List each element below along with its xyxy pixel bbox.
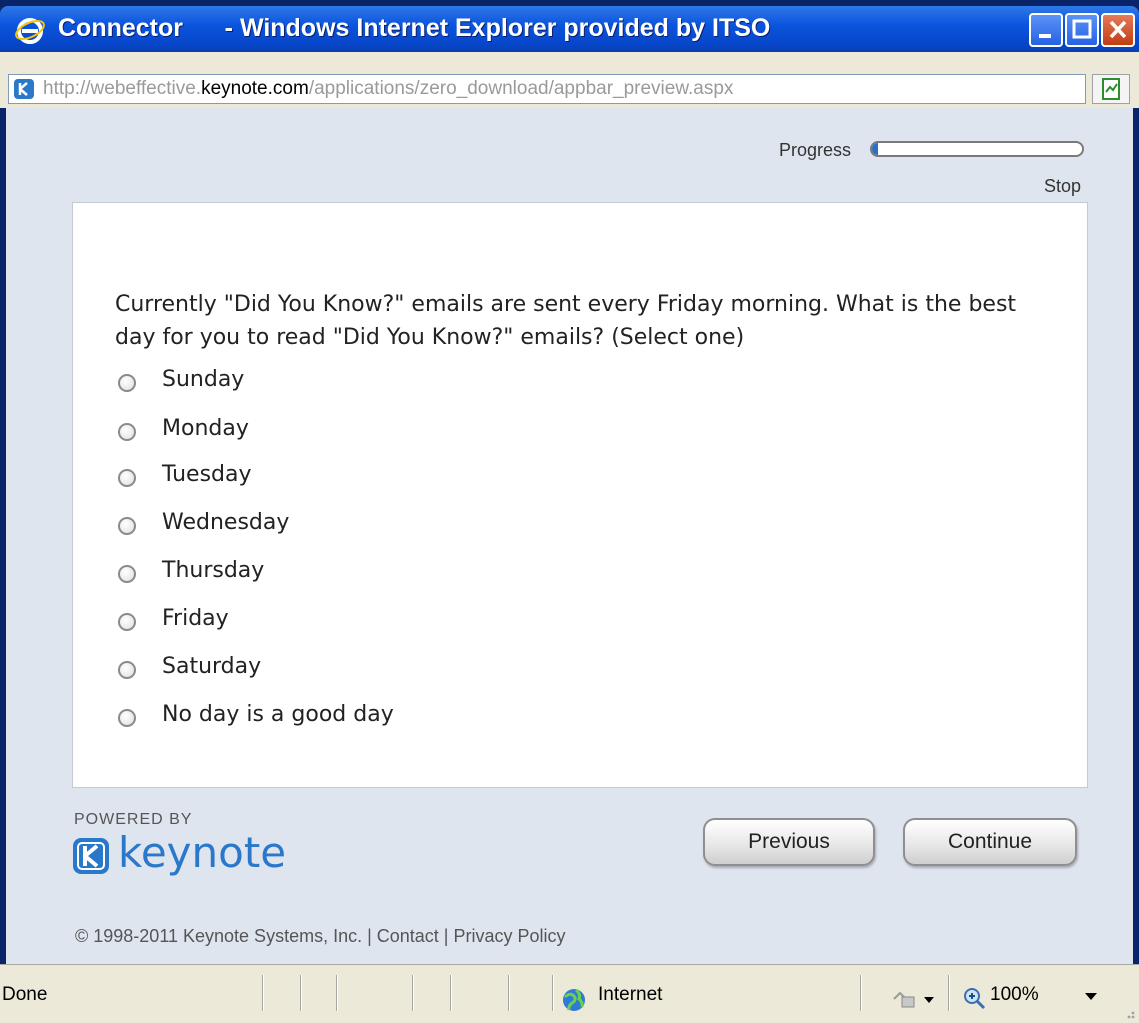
option-label: Saturday bbox=[162, 654, 262, 679]
continue-button[interactable]: Continue bbox=[903, 818, 1077, 866]
resize-grip-icon[interactable] bbox=[1120, 1004, 1136, 1020]
globe-icon bbox=[563, 988, 585, 1011]
close-button[interactable] bbox=[1101, 13, 1135, 47]
option-label: Thursday bbox=[162, 558, 265, 583]
previous-button[interactable]: Previous bbox=[703, 818, 875, 866]
powered-by-label: POWERED BY bbox=[74, 811, 193, 828]
status-text: Done bbox=[2, 984, 48, 1005]
ie-logo-icon bbox=[15, 18, 45, 44]
progress-label: Progress bbox=[779, 140, 852, 160]
minimize-button[interactable] bbox=[1029, 13, 1063, 47]
security-zone-label: Internet bbox=[598, 984, 663, 1005]
radio-button[interactable] bbox=[118, 613, 136, 631]
option-label: Monday bbox=[162, 416, 249, 441]
status-separator bbox=[860, 975, 862, 1011]
status-separator bbox=[552, 975, 554, 1011]
keynote-logo-icon bbox=[73, 838, 109, 874]
window-title: Connector - Windows Internet Explorer pr… bbox=[58, 14, 771, 42]
status-separator bbox=[262, 975, 264, 1011]
progress-bar bbox=[870, 141, 1084, 157]
radio-button[interactable] bbox=[118, 661, 136, 679]
keynote-wordmark: keynote bbox=[118, 828, 287, 877]
option-label: Friday bbox=[162, 606, 229, 631]
radio-button[interactable] bbox=[118, 423, 136, 441]
question-text: Currently "Did You Know?" emails are sen… bbox=[115, 292, 1017, 350]
ie-window: Connector - Windows Internet Explorer pr… bbox=[0, 0, 1139, 1023]
copyright-links[interactable]: © 1998-2011 Keynote Systems, Inc. | Cont… bbox=[75, 926, 566, 947]
close-icon bbox=[1109, 20, 1127, 39]
status-separator bbox=[450, 975, 452, 1011]
stop-link[interactable]: Stop bbox=[1044, 176, 1081, 197]
protected-mode-icon[interactable] bbox=[890, 987, 940, 1011]
title-bar[interactable]: Connector - Windows Internet Explorer pr… bbox=[0, 6, 1139, 52]
option-label: Wednesday bbox=[162, 510, 290, 535]
zoom-dropdown-icon[interactable] bbox=[1084, 992, 1098, 1002]
url-text: http://webeffective.keynote.com/applicat… bbox=[43, 78, 734, 99]
status-separator bbox=[412, 975, 414, 1011]
radio-button[interactable] bbox=[118, 565, 136, 583]
status-separator bbox=[948, 975, 950, 1011]
page-icon bbox=[1102, 78, 1120, 100]
radio-button[interactable] bbox=[118, 374, 136, 392]
status-separator bbox=[508, 975, 510, 1011]
compatibility-view-button[interactable] bbox=[1092, 74, 1130, 104]
radio-button[interactable] bbox=[118, 469, 136, 487]
address-field[interactable]: http://webeffective.keynote.com/applicat… bbox=[8, 74, 1086, 104]
zoom-level[interactable]: 100% bbox=[990, 984, 1039, 1006]
option-label: Sunday bbox=[162, 367, 245, 392]
keynote-favicon-icon bbox=[14, 79, 34, 99]
option-label: Tuesday bbox=[162, 462, 252, 487]
option-label: No day is a good day bbox=[162, 702, 394, 727]
zoom-icon bbox=[964, 988, 986, 1010]
radio-button[interactable] bbox=[118, 709, 136, 727]
radio-button[interactable] bbox=[118, 517, 136, 535]
status-separator bbox=[336, 975, 338, 1011]
progress-fill bbox=[872, 143, 879, 155]
maximize-icon bbox=[1072, 19, 1092, 39]
status-separator bbox=[300, 975, 302, 1011]
maximize-button[interactable] bbox=[1065, 13, 1099, 47]
minimize-icon bbox=[1039, 34, 1051, 38]
